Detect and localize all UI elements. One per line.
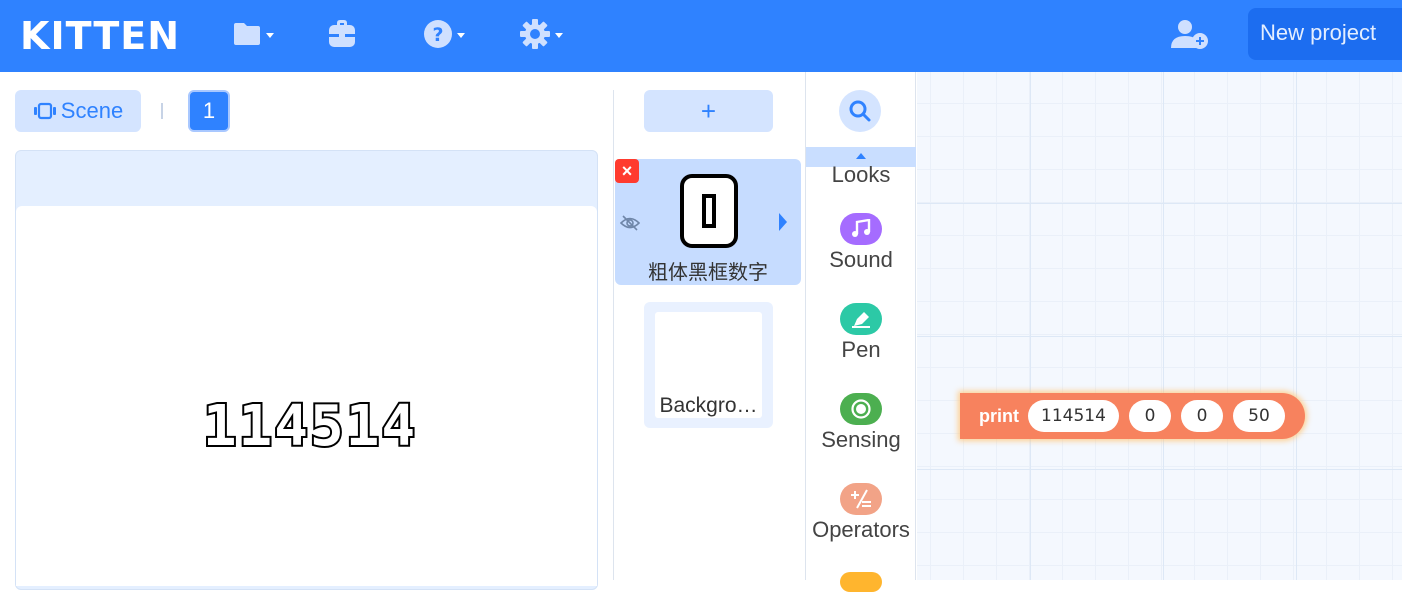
help-menu[interactable]: ?	[423, 18, 465, 50]
code-workspace[interactable]	[917, 72, 1402, 580]
stage-sprite-output: 114514	[0, 392, 630, 461]
search-icon	[849, 100, 871, 122]
block-arg-text[interactable]: 114514	[1028, 400, 1119, 432]
chevron-down-icon	[457, 32, 465, 38]
eye-hidden-icon	[619, 215, 641, 231]
category-pen[interactable]: Pen	[806, 303, 916, 363]
background-name: Backgro…	[659, 394, 758, 417]
chevron-down-icon	[555, 32, 563, 38]
category-looks[interactable]: Looks	[806, 162, 916, 188]
category-label: Sensing	[821, 427, 901, 452]
folder-icon	[234, 23, 260, 45]
block-arg-size[interactable]: 50	[1233, 400, 1285, 432]
music-note-icon	[840, 213, 882, 245]
divider	[161, 103, 163, 119]
print-block[interactable]: print 114514 0 0 50	[960, 393, 1305, 439]
settings-menu[interactable]	[519, 18, 563, 50]
backpack-button[interactable]	[326, 18, 358, 50]
category-label: Pen	[841, 337, 881, 362]
visibility-toggle[interactable]	[619, 213, 641, 238]
category-operators[interactable]: Operators	[806, 483, 916, 543]
scene-button[interactable]: Scene	[15, 90, 141, 132]
block-arg-x[interactable]: 0	[1129, 400, 1171, 432]
backpack-icon	[329, 20, 355, 47]
category-label: Sound	[829, 247, 893, 272]
delete-sprite-button[interactable]: ×	[615, 159, 639, 183]
block-search-button[interactable]	[839, 90, 881, 132]
pen-icon	[840, 303, 882, 335]
svg-text:?: ?	[432, 24, 443, 46]
top-bar: KITTEN ? New project	[0, 0, 1402, 72]
sensing-icon	[840, 393, 882, 425]
category-sound[interactable]: Sound	[806, 213, 916, 273]
app-logo[interactable]: KITTEN	[20, 14, 180, 58]
sprite-name: 粗体黑框数字	[648, 260, 768, 284]
category-sensing[interactable]: Sensing	[806, 393, 916, 453]
stage-number-text: 114514	[203, 400, 417, 452]
scene-tab-1[interactable]: 1	[188, 90, 230, 132]
file-menu[interactable]	[232, 18, 274, 50]
help-icon: ?	[424, 20, 452, 48]
scene-icon	[33, 102, 56, 120]
operators-icon	[840, 483, 882, 515]
category-more-icon[interactable]	[840, 572, 882, 592]
sprite-thumbnail	[680, 174, 738, 253]
block-arg-y[interactable]: 0	[1181, 400, 1223, 432]
block-keyword: print	[979, 405, 1019, 426]
add-user-icon	[1171, 20, 1208, 49]
settings-icon	[520, 19, 550, 49]
category-label: Looks	[831, 162, 891, 187]
scene-label: Scene	[60, 98, 124, 123]
project-name-input[interactable]: New project	[1248, 8, 1402, 60]
chevron-down-icon	[266, 32, 274, 38]
add-sprite-button[interactable]: +	[644, 90, 773, 132]
panel-divider	[613, 90, 614, 580]
add-collaborator-button[interactable]	[1170, 18, 1210, 50]
stage-canvas[interactable]	[16, 206, 597, 586]
category-label: Operators	[812, 517, 910, 542]
sprite-expand-arrow-icon[interactable]	[779, 213, 787, 231]
